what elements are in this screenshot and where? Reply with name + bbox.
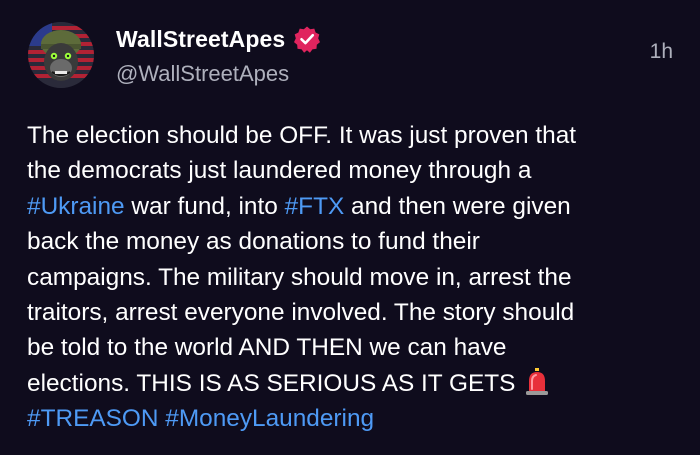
author-avatar[interactable]: [28, 22, 94, 88]
post-text-fragment: elections. THIS IS AS SERIOUS AS IT GETS: [27, 369, 523, 397]
post-card: WallStreetApes @WallStreetApes 1h The el…: [0, 0, 700, 455]
post-line: campaigns. The military should move in, …: [27, 263, 572, 291]
post-body: The election should be OFF. It was just …: [27, 118, 677, 437]
post-line: be told to the world AND THEN we can hav…: [27, 334, 507, 362]
post-line: #Ukraine war fund, into #FTX and then we…: [27, 189, 677, 224]
siren-icon: [526, 367, 549, 395]
author-display-name[interactable]: WallStreetApes: [116, 24, 321, 54]
gorilla-soldier-avatar-icon: [28, 22, 94, 88]
author-handle[interactable]: @WallStreetApes: [116, 60, 289, 88]
post-text-fragment: war fund, into: [124, 192, 285, 220]
post-text-fragment: and then were given: [344, 192, 571, 220]
post-line: back the money as donations to fund thei…: [27, 228, 480, 256]
author-name-text: WallStreetApes: [116, 26, 286, 52]
hashtag-ftx-link[interactable]: #FTX: [285, 193, 345, 220]
post-timestamp[interactable]: 1h: [650, 38, 673, 66]
post-line: The election should be OFF. It was just …: [27, 122, 577, 149]
post-line: #TREASON #MoneyLaundering: [27, 401, 677, 436]
post-line: elections. THIS IS AS SERIOUS AS IT GETS: [27, 366, 677, 401]
verified-badge-icon: [294, 26, 321, 53]
hashtag-moneylaundering-link[interactable]: #MoneyLaundering: [165, 405, 374, 432]
hashtag-treason-link[interactable]: #TREASON: [27, 405, 158, 432]
hashtag-ukraine-link[interactable]: #Ukraine: [27, 193, 125, 220]
post-line: traitors, arrest everyone involved. The …: [27, 299, 575, 327]
post-line: the democrats just laundered money throu…: [27, 157, 532, 185]
